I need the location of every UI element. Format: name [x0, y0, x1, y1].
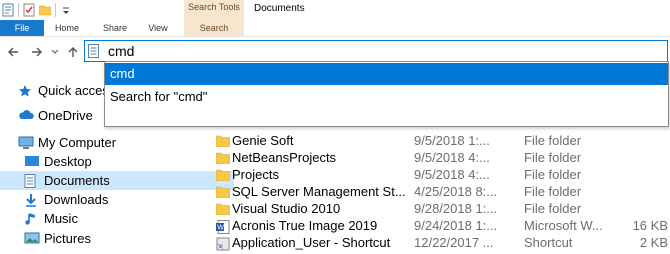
sidebar-item-label: Downloads [44, 192, 109, 207]
list-item[interactable]: Projects 9/5/2018 4:... File folder [212, 167, 670, 184]
file-name: Application_User - Shortcut [232, 235, 391, 250]
folder-icon [215, 186, 231, 199]
sidebar-item-label: Music [44, 211, 78, 226]
file-size: 16 KB [632, 218, 668, 233]
arrow-right-icon [32, 47, 42, 57]
list-item[interactable]: Genie Soft 9/5/2018 1:... File folder [212, 133, 670, 150]
file-date: 9/5/2018 1:... [414, 133, 490, 148]
file-type: Microsoft W... [524, 218, 603, 233]
list-item[interactable]: SQL Server Management St... 4/25/2018 8:… [212, 184, 670, 201]
quick-access-toolbar [0, 0, 72, 20]
pictures-icon [24, 232, 40, 246]
sidebar-item-pictures[interactable]: Pictures [0, 229, 234, 248]
file-type: File folder [524, 167, 582, 182]
folder-icon [215, 203, 231, 216]
file-date: 12/22/2017 ... [414, 235, 494, 250]
file-date: 9/28/2018 1:... [414, 201, 498, 216]
file-size: 2 KB [639, 235, 668, 250]
cloud-icon [18, 109, 34, 123]
sidebar-item-downloads[interactable]: Downloads [0, 190, 234, 209]
folder-icon [215, 169, 231, 182]
new-folder-icon[interactable] [38, 3, 52, 17]
file-type: File folder [524, 184, 582, 199]
address-input[interactable] [108, 42, 508, 60]
file-date: 4/25/2018 8:... [414, 184, 498, 199]
computer-icon [18, 136, 34, 150]
up-button[interactable] [66, 44, 80, 60]
sidebar-item-label: Desktop [44, 154, 92, 169]
sidebar-item-my-computer[interactable]: My Computer [0, 133, 228, 152]
folder-icon [215, 135, 231, 148]
customize-toolbar-icon[interactable] [60, 3, 72, 17]
download-icon [24, 193, 40, 207]
tab-share[interactable]: Share [96, 20, 134, 36]
document-icon [24, 173, 40, 188]
file-name: NetBeansProjects [232, 150, 337, 165]
file-type: File folder [524, 133, 582, 148]
file-type: Shortcut [524, 235, 573, 250]
sidebar-item-documents[interactable]: Documents [0, 171, 234, 190]
file-date: 9/5/2018 4:... [414, 150, 490, 165]
recent-locations-button[interactable] [50, 44, 60, 60]
ribbon-divider [0, 36, 670, 37]
autocomplete-item-search[interactable]: Search for "cmd" [105, 86, 668, 108]
chevron-down-icon [51, 49, 59, 54]
list-item[interactable]: Application_User - Shortcut 12/22/2017 .… [212, 235, 670, 252]
sidebar-item-music[interactable]: Music [0, 209, 234, 228]
desktop-icon [24, 155, 40, 169]
file-type: File folder [524, 201, 582, 216]
title-bar [0, 0, 670, 20]
properties-icon[interactable] [2, 3, 14, 17]
context-group-title: Search Tools [188, 2, 240, 12]
svg-text:W: W [217, 225, 224, 232]
sidebar-item-label: Documents [44, 173, 110, 188]
sidebar-item-label: My Computer [38, 135, 117, 150]
folder-icon [215, 152, 231, 165]
checklist-icon[interactable] [23, 3, 35, 17]
file-date: 9/24/2018 1:... [414, 218, 498, 233]
star-icon [18, 84, 34, 98]
arrow-up-icon [68, 47, 78, 57]
tab-file[interactable]: File [0, 20, 44, 36]
file-name: Projects [232, 167, 279, 182]
document-icon [88, 44, 99, 58]
back-button[interactable] [6, 44, 20, 60]
file-date: 9/5/2018 4:... [414, 167, 490, 182]
file-name: Genie Soft [232, 133, 294, 148]
tab-home[interactable]: Home [50, 20, 84, 36]
address-autocomplete: cmd Search for "cmd" [104, 61, 669, 127]
toolbar-divider [18, 3, 19, 17]
sidebar-item-label: Pictures [44, 231, 91, 246]
file-name: Acronis True Image 2019 [232, 218, 378, 233]
autocomplete-item-cmd[interactable]: cmd [105, 63, 668, 85]
tab-search[interactable]: Search [184, 20, 244, 36]
list-item[interactable]: W Acronis True Image 2019 9/24/2018 1:..… [212, 218, 670, 235]
file-name: SQL Server Management St... [232, 184, 406, 199]
arrow-left-icon [8, 47, 18, 57]
tab-view[interactable]: View [144, 20, 172, 36]
music-icon [24, 212, 40, 226]
forward-button[interactable] [30, 44, 44, 60]
word-document-icon: W [216, 220, 230, 234]
list-item[interactable]: NetBeansProjects 9/5/2018 4:... File fol… [212, 150, 670, 167]
list-item[interactable]: Visual Studio 2010 9/28/2018 1:... File … [212, 201, 670, 218]
file-name: Visual Studio 2010 [232, 201, 341, 216]
shortcut-icon [216, 237, 230, 251]
window-title: Documents [254, 3, 305, 14]
toolbar-divider [55, 3, 56, 17]
sidebar-item-label: OneDrive [38, 108, 93, 123]
sidebar-item-desktop[interactable]: Desktop [0, 152, 234, 171]
file-type: File folder [524, 150, 582, 165]
